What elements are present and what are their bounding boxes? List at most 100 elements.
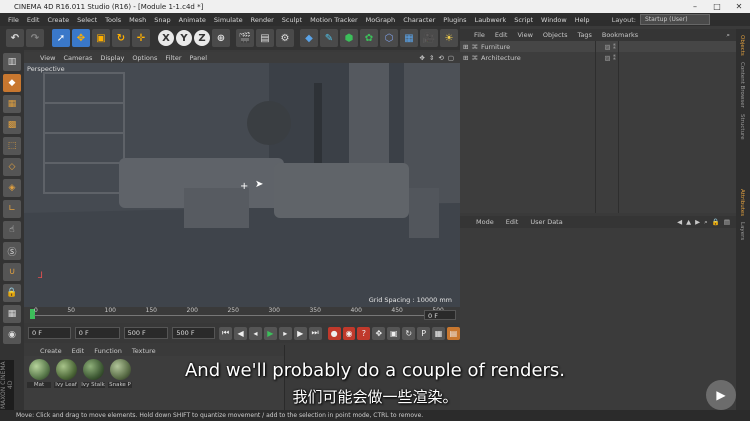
- make-editable-icon[interactable]: ▥: [3, 53, 21, 71]
- expand-icon[interactable]: ⊞: [463, 43, 468, 51]
- visibility-toggle-icon[interactable]: ▨ ⁑: [605, 43, 616, 51]
- search-icon[interactable]: ⌕: [704, 218, 708, 227]
- next-frame-icon[interactable]: ▸: [278, 326, 292, 340]
- viewport-menu-view[interactable]: View: [40, 54, 55, 62]
- model-mode-icon[interactable]: ◆: [3, 74, 21, 92]
- back-arrow-icon[interactable]: ◀: [677, 218, 682, 226]
- material-menu-texture[interactable]: Texture: [132, 347, 156, 355]
- axis-z-lock[interactable]: Z: [194, 30, 210, 46]
- menu-sculpt[interactable]: Sculpt: [282, 16, 302, 24]
- grid-icon[interactable]: ▦: [3, 305, 21, 323]
- expand-icon[interactable]: ⊞: [463, 54, 468, 62]
- light-icon[interactable]: ☀: [440, 29, 458, 47]
- object-menu-objects[interactable]: Objects: [543, 31, 568, 39]
- new-attribute-icon[interactable]: ▤: [724, 218, 730, 226]
- end-frame-field[interactable]: 500 F: [172, 327, 216, 339]
- tab-objects[interactable]: Objects: [739, 35, 745, 56]
- recent-tool-icon[interactable]: ✛: [132, 29, 150, 47]
- cube-primitive-icon[interactable]: ◆: [300, 29, 318, 47]
- menu-laubwerk[interactable]: Laubwerk: [475, 16, 507, 24]
- up-arrow-icon[interactable]: ▲: [686, 218, 691, 226]
- object-menu-edit[interactable]: Edit: [495, 31, 508, 39]
- render-settings-icon[interactable]: ⚙: [276, 29, 294, 47]
- menu-motion-tracker[interactable]: Motion Tracker: [310, 16, 358, 24]
- perspective-viewport[interactable]: Perspective + ➤ ⅃ Grid Spacing : 10000 m…: [24, 63, 460, 307]
- viewport-menu-options[interactable]: Options: [132, 54, 157, 62]
- close-button[interactable]: ✕: [728, 0, 750, 13]
- subdivision-surface-icon[interactable]: ⬢: [340, 29, 358, 47]
- lock-icon[interactable]: 🔒: [3, 284, 21, 302]
- rotate-tool-icon[interactable]: ↻: [112, 29, 130, 47]
- menu-animate[interactable]: Animate: [179, 16, 206, 24]
- menu-help[interactable]: Help: [575, 16, 590, 24]
- next-key-icon[interactable]: ▶: [293, 326, 307, 340]
- tab-content-browser[interactable]: Content Browser: [739, 62, 745, 108]
- snap-icon[interactable]: Ⓢ: [3, 242, 21, 260]
- material-menu-create[interactable]: Create: [40, 347, 62, 355]
- polygons-mode-icon[interactable]: ◈: [3, 179, 21, 197]
- menu-plugins[interactable]: Plugins: [443, 16, 466, 24]
- viewport-menu-filter[interactable]: Filter: [165, 54, 181, 62]
- viewport-move-icon[interactable]: ✥: [419, 54, 424, 62]
- menu-mesh[interactable]: Mesh: [129, 16, 146, 24]
- scale-key-icon[interactable]: ▣: [387, 326, 401, 340]
- minimize-button[interactable]: –: [684, 0, 706, 13]
- timeline-window-icon[interactable]: ▤: [446, 326, 460, 340]
- layout-dropdown[interactable]: Startup (User): [640, 14, 710, 25]
- viewport-menu-panel[interactable]: Panel: [190, 54, 208, 62]
- object-menu-file[interactable]: File: [474, 31, 485, 39]
- render-picture-viewer-icon[interactable]: ▤: [256, 29, 274, 47]
- spline-pen-icon[interactable]: ✎: [320, 29, 338, 47]
- object-name[interactable]: Architecture: [481, 54, 521, 62]
- tab-attributes[interactable]: Attributes: [739, 189, 745, 216]
- tweak-mode-icon[interactable]: ☝: [3, 221, 21, 239]
- points-mode-icon[interactable]: ⬚: [3, 137, 21, 155]
- object-row-furniture[interactable]: ⊞ ⌘ Furniture ▨ ⁑: [460, 41, 736, 52]
- edges-mode-icon[interactable]: ◇: [3, 158, 21, 176]
- forward-arrow-icon[interactable]: ▶: [695, 218, 700, 226]
- record-active-objects-icon[interactable]: ●: [327, 326, 341, 340]
- go-to-end-icon[interactable]: ⏭: [308, 326, 322, 340]
- position-key-icon[interactable]: ✥: [372, 326, 386, 340]
- deformer-icon[interactable]: ⬡: [380, 29, 398, 47]
- viewport-zoom-icon[interactable]: ⇕: [429, 54, 434, 62]
- play-forward-icon[interactable]: ▶: [263, 326, 277, 340]
- menu-window[interactable]: Window: [541, 16, 567, 24]
- previous-frame-icon[interactable]: ◂: [249, 326, 262, 340]
- menu-select[interactable]: Select: [77, 16, 97, 24]
- axis-mode-icon[interactable]: ∟: [3, 200, 21, 218]
- maximize-button[interactable]: □: [706, 0, 728, 13]
- previous-key-icon[interactable]: ◀: [234, 326, 247, 340]
- menu-edit[interactable]: Edit: [27, 16, 40, 24]
- parameter-key-icon[interactable]: P: [417, 326, 431, 340]
- coordinate-system-icon[interactable]: ⊕: [212, 29, 230, 47]
- menu-script[interactable]: Script: [514, 16, 533, 24]
- attribute-menu-user-data[interactable]: User Data: [530, 218, 562, 226]
- object-search-icon[interactable]: ⌕: [726, 31, 730, 40]
- scale-tool-icon[interactable]: ▣: [92, 29, 110, 47]
- menu-file[interactable]: File: [8, 16, 19, 24]
- material-menu-function[interactable]: Function: [94, 347, 122, 355]
- render-view-icon[interactable]: 🎬: [236, 29, 254, 47]
- object-menu-tags[interactable]: Tags: [577, 31, 591, 39]
- attribute-menu-edit[interactable]: Edit: [506, 218, 519, 226]
- object-menu-bookmarks[interactable]: Bookmarks: [602, 31, 638, 39]
- select-tool-icon[interactable]: ➚: [52, 29, 70, 47]
- menu-tools[interactable]: Tools: [105, 16, 121, 24]
- viewport-rotate-icon[interactable]: ⟲: [438, 54, 443, 62]
- object-name[interactable]: Furniture: [481, 43, 510, 51]
- autokeying-icon[interactable]: ◉: [342, 326, 356, 340]
- lock-icon[interactable]: 🔒: [712, 218, 720, 226]
- go-to-start-icon[interactable]: ⏮: [219, 326, 233, 340]
- axis-x-lock[interactable]: X: [158, 30, 174, 46]
- rotation-key-icon[interactable]: ↻: [402, 326, 416, 340]
- material-menu-edit[interactable]: Edit: [72, 347, 85, 355]
- cloner-icon[interactable]: ✿: [360, 29, 378, 47]
- sculpt-icon[interactable]: ◉: [3, 326, 21, 344]
- camera-icon[interactable]: 🎥: [420, 29, 438, 47]
- viewport-toggle-icon[interactable]: ▢: [448, 54, 454, 62]
- move-tool-icon[interactable]: ✥: [72, 29, 90, 47]
- object-row-architecture[interactable]: ⊞ ⌘ Architecture ▨ ⁑: [460, 52, 736, 63]
- texture-mode-icon[interactable]: ▦: [3, 95, 21, 113]
- menu-simulate[interactable]: Simulate: [214, 16, 243, 24]
